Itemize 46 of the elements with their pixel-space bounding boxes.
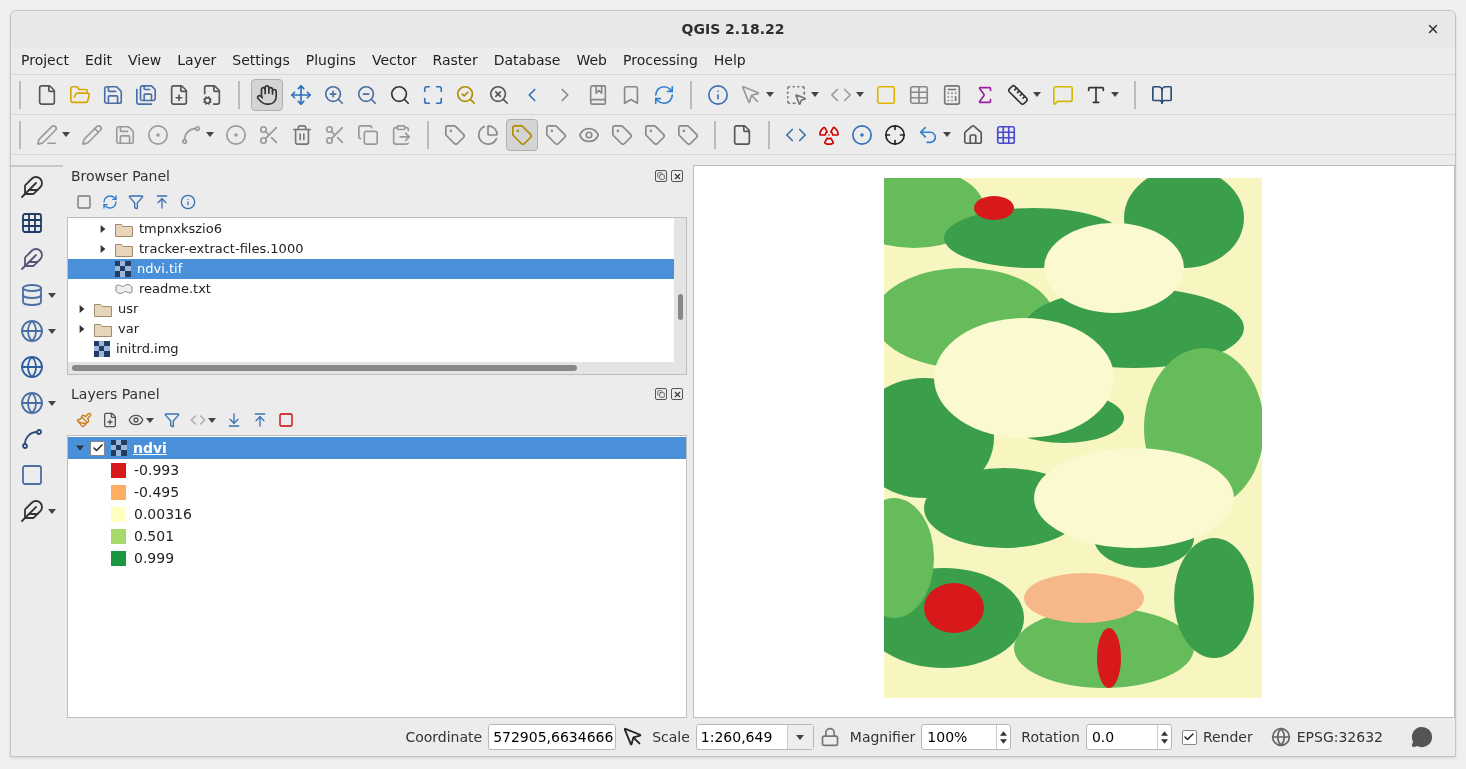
item-label: tracker-extract-files.1000 — [139, 240, 304, 259]
item-label: initrd.img — [116, 340, 179, 359]
browser-item[interactable]: var — [68, 319, 674, 339]
menu-item[interactable]: Raster — [424, 50, 486, 71]
panel-title: Layers Panel — [71, 384, 160, 404]
menu-item[interactable]: Database — [485, 50, 569, 71]
menu-item[interactable]: Web — [568, 50, 615, 71]
coordinate-field[interactable]: 572905,6634666 — [488, 724, 617, 750]
menu-item[interactable]: Processing — [615, 50, 706, 71]
legend-label: 0.00316 — [134, 504, 192, 524]
item-label: ndvi.tif — [137, 260, 183, 279]
legend-label: 0.999 — [134, 548, 175, 568]
legend-label: -0.495 — [134, 482, 180, 502]
menu-item[interactable]: View — [120, 50, 170, 71]
rotation-label: Rotation — [1021, 727, 1080, 747]
rotation-field[interactable]: 0.0 — [1085, 724, 1172, 750]
field-value: 0.0 — [1090, 727, 1116, 747]
browser-item[interactable]: readme.txt — [68, 279, 674, 299]
menu-item[interactable]: Plugins — [297, 50, 364, 71]
coordinate-label: Coordinate — [405, 727, 483, 747]
field-value: 100% — [926, 727, 969, 747]
magnifier-label: Magnifier — [849, 727, 916, 747]
browser-item[interactable]: initrd.img — [68, 339, 674, 359]
legend-label: 0.501 — [134, 526, 175, 546]
scale-combo[interactable]: 1:260,649 — [695, 724, 814, 750]
layer-name: ndvi — [133, 438, 167, 458]
scale-label: Scale — [652, 727, 690, 747]
panel-title: Browser Panel — [71, 166, 170, 186]
magnifier-field[interactable]: 100% — [921, 724, 1012, 750]
browser-item[interactable]: tracker-extract-files.1000 — [68, 239, 674, 259]
item-label: var — [118, 320, 139, 339]
menu-item[interactable]: Vector — [363, 50, 425, 71]
legend-label: -0.993 — [134, 460, 180, 480]
item-label: readme.txt — [139, 280, 211, 299]
menu-item[interactable]: Project — [13, 50, 77, 71]
window-title: QGIS 2.18.22 — [681, 19, 785, 39]
browser-item[interactable]: tmpnxkszio6 — [68, 219, 674, 239]
browser-item[interactable]: usr — [68, 299, 674, 319]
render-label: Render — [1202, 727, 1253, 747]
crs-label[interactable]: EPSG:32632 — [1296, 726, 1383, 748]
menu-item[interactable]: Layer — [169, 50, 225, 71]
menu-item[interactable]: Settings — [224, 50, 298, 71]
item-label: usr — [118, 300, 139, 319]
menu-item[interactable]: Edit — [76, 50, 121, 71]
item-label: tmpnxkszio6 — [139, 220, 222, 239]
menu-item[interactable]: Help — [705, 50, 754, 71]
